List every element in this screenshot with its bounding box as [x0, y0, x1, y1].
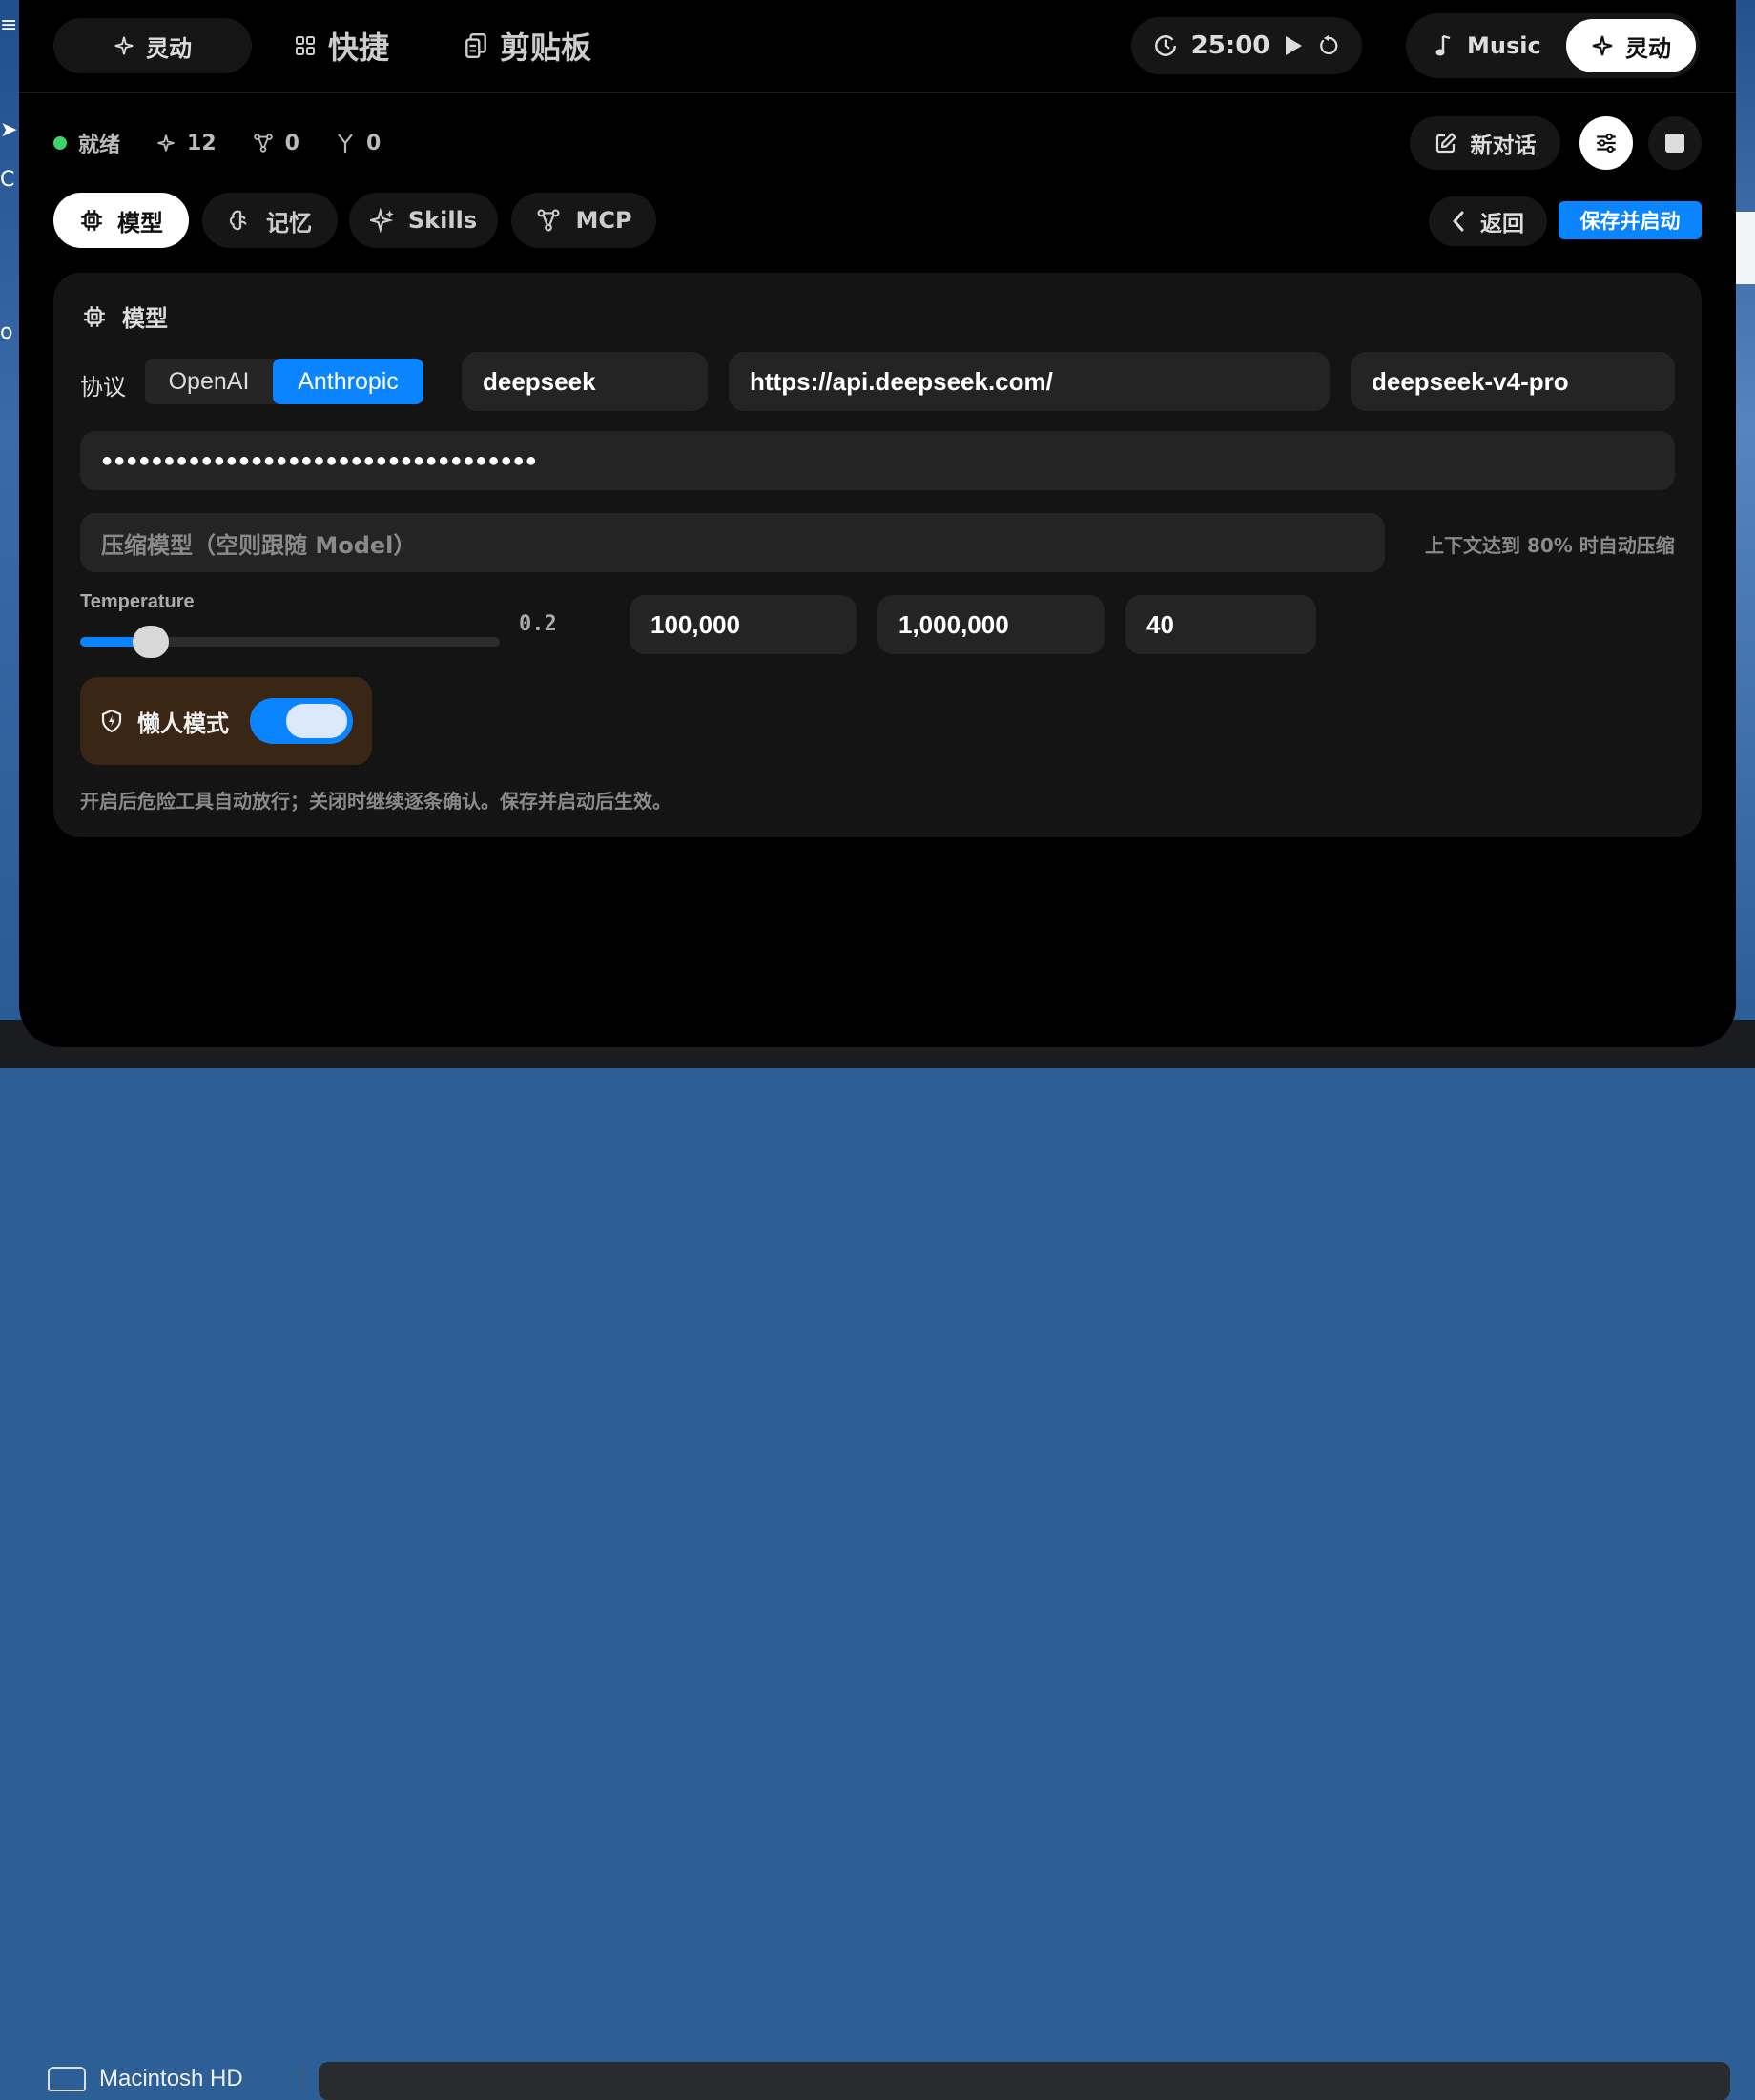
tab-lingdong-label: 灵动 — [146, 34, 192, 62]
desktop-background-left: ≡ ➤ C o — [0, 0, 19, 1068]
tab-kuaijie[interactable]: 快捷 — [294, 18, 389, 73]
desktop-fragment-c: C — [0, 168, 15, 192]
hard-drive-icon — [48, 2067, 86, 2091]
lazy-mode-toggle[interactable] — [250, 698, 353, 744]
mode-music-button[interactable]: Music — [1435, 13, 1541, 78]
play-icon[interactable] — [1283, 34, 1304, 57]
card-title-label: 模型 — [122, 305, 168, 332]
compress-model-field[interactable]: 压缩模型（空则跟随 Model） — [80, 513, 1385, 572]
protocol-label: 协议 — [80, 374, 126, 401]
reset-icon[interactable] — [1317, 34, 1340, 57]
desktop-fragment-menu: ≡ — [0, 13, 18, 37]
status-label: 就绪 — [78, 134, 121, 157]
lazy-mode-toggle-knob — [286, 704, 347, 738]
compress-hint: 上下文达到 80% 时自动压缩 — [1425, 534, 1675, 557]
brain-icon — [228, 208, 253, 233]
desktop-window-edge — [1736, 212, 1755, 284]
temperature-value: 0.2 — [519, 612, 557, 636]
model-name-field[interactable]: deepseek-v4-pro — [1351, 352, 1675, 411]
tab-clipboard-label: 剪贴板 — [500, 30, 592, 66]
nodes-icon — [535, 208, 562, 233]
max-steps-field[interactable]: 40 — [1125, 595, 1316, 654]
shield-icon — [101, 709, 122, 733]
sparkle-icon — [369, 208, 395, 233]
temperature-slider-thumb[interactable] — [132, 626, 169, 658]
tab-mcp-label: MCP — [575, 207, 632, 234]
base-url-field[interactable]: https://api.deepseek.com/ — [729, 352, 1330, 411]
tab-model[interactable]: 模型 — [53, 193, 189, 248]
provider-field[interactable]: deepseek — [462, 352, 708, 411]
finder-content-pane — [319, 2062, 1730, 2100]
timer-value: 25:00 — [1190, 31, 1270, 60]
desktop-fragment-arrow: ➤ — [0, 118, 18, 142]
lazy-mode-panel: 懒人模式 — [80, 677, 372, 765]
model-config-card: 模型 协议 OpenAI Anthropic deepseek https://… — [53, 273, 1702, 837]
finder-disk-label: Macintosh HD — [99, 2066, 243, 2091]
mode-lingdong-label: 灵动 — [1625, 34, 1671, 62]
branch-icon — [336, 133, 355, 154]
new-chat-button[interactable]: 新对话 — [1410, 116, 1560, 170]
clipboard-icon — [464, 32, 488, 59]
lazy-mode-row: 懒人模式 — [101, 677, 229, 765]
tab-mcp[interactable]: MCP — [511, 193, 656, 248]
music-note-icon — [1435, 33, 1454, 58]
tab-memory[interactable]: 记忆 — [202, 193, 338, 248]
mode-music-label: Music — [1467, 32, 1541, 59]
sparkle-icon — [114, 35, 134, 56]
desktop-fragment-o: o — [0, 320, 13, 344]
back-label: 返回 — [1480, 212, 1524, 237]
tab-memory-label: 记忆 — [266, 209, 312, 237]
tab-clipboard[interactable]: 剪贴板 — [464, 18, 591, 73]
nodes-icon — [253, 133, 274, 154]
settings-button[interactable] — [1580, 116, 1633, 170]
new-chat-label: 新对话 — [1470, 134, 1537, 158]
protocol-option-anthropic[interactable]: Anthropic — [273, 359, 423, 404]
protocol-selector: OpenAI Anthropic — [145, 359, 423, 404]
finder-divider — [299, 2066, 300, 2089]
save-and-start-button[interactable]: 保存并启动 — [1559, 201, 1702, 239]
skills-count: 12 — [187, 131, 217, 155]
mode-lingdong-button[interactable]: 灵动 — [1566, 19, 1696, 72]
temperature-slider[interactable] — [80, 626, 500, 658]
sparkle-icon — [1591, 34, 1614, 57]
edit-icon — [1435, 132, 1457, 154]
desktop-background-right — [1736, 0, 1755, 1068]
status-row: 就绪 12 0 0 — [53, 124, 381, 162]
card-title: 模型 — [82, 299, 168, 333]
status-dot — [53, 136, 67, 150]
timer-icon — [1153, 33, 1178, 58]
pomodoro-timer: 25:00 — [1131, 17, 1362, 74]
chevron-left-icon — [1452, 211, 1465, 232]
stop-button[interactable] — [1648, 116, 1702, 170]
top-bar: 灵动 快捷 剪贴板 25:00 Music 灵动 — [19, 0, 1736, 93]
tab-skills[interactable]: Skills — [349, 193, 498, 248]
finder-sidebar-disk[interactable]: Macintosh HD — [48, 2066, 243, 2092]
back-button[interactable]: 返回 — [1429, 196, 1547, 246]
tab-skills-label: Skills — [407, 207, 478, 234]
api-key-field[interactable]: ●●●●●●●●●●●●●●●●●●●●●●●●●●●●●●●●●●● — [80, 431, 1675, 490]
max-tokens-field[interactable]: 100,000 — [630, 595, 857, 654]
temperature-label: Temperature — [80, 591, 195, 612]
tab-kuaijie-label: 快捷 — [328, 30, 390, 66]
mcp-count: 0 — [284, 131, 299, 155]
stop-icon — [1665, 134, 1684, 153]
chip-icon — [79, 208, 104, 233]
sparkle-icon — [156, 134, 176, 153]
chip-icon — [82, 304, 107, 329]
lazy-mode-description: 开启后危险工具自动放行；关闭时继续逐条确认。保存并启动后生效。 — [80, 790, 671, 813]
protocol-option-openai[interactable]: OpenAI — [145, 359, 273, 404]
tab-lingdong[interactable]: 灵动 — [53, 18, 252, 73]
lazy-mode-label: 懒人模式 — [137, 710, 229, 737]
tab-model-label: 模型 — [117, 209, 163, 237]
context-window-field[interactable]: 1,000,000 — [878, 595, 1105, 654]
branch-count: 0 — [365, 131, 382, 155]
grid-icon — [294, 34, 317, 57]
app-window: 灵动 快捷 剪贴板 25:00 Music 灵动 就绪 12 0 0 新对话 模… — [19, 0, 1736, 1047]
sliders-icon — [1594, 131, 1619, 155]
mode-switch: Music 灵动 — [1406, 13, 1700, 78]
